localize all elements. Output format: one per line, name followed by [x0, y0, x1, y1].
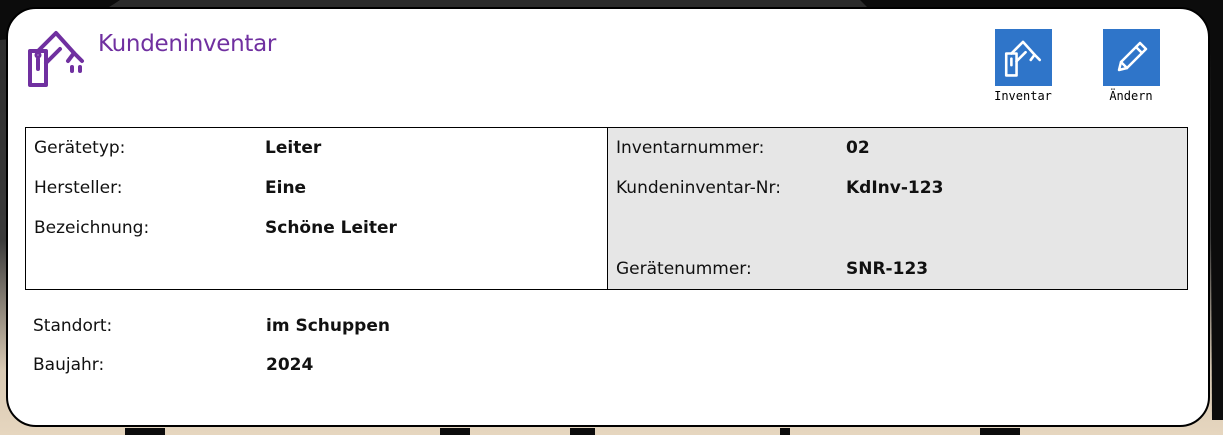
detail-label: Standort:	[33, 316, 113, 336]
device-details-left: Gerätetyp: Leiter Hersteller: Eine Bezei…	[26, 128, 608, 289]
detail-label: Inventarnummer:	[616, 138, 765, 158]
detail-value: Schöne Leiter	[265, 218, 397, 238]
robot-arm-icon	[26, 27, 86, 89]
inventar-button[interactable]: Inventar	[988, 29, 1058, 103]
detail-value: KdInv-123	[846, 178, 944, 198]
detail-value: SNR-123	[846, 259, 929, 279]
detail-label: Kundeninventar-Nr:	[616, 178, 781, 198]
detail-label: Bezeichnung:	[34, 218, 150, 238]
detail-row-inventarnummer: Inventarnummer: 02	[608, 138, 1187, 164]
inventar-button-box[interactable]	[994, 29, 1052, 86]
customer-inventory-card: Kundeninventar Inventar Ändern Gerätetyp…	[6, 7, 1210, 427]
detail-value: im Schuppen	[266, 316, 390, 336]
detail-row-geraetenummer: Gerätenummer: SNR-123	[608, 259, 1187, 285]
detail-value: 2024	[266, 355, 314, 375]
detail-row-baujahr: Baujahr: 2024	[25, 355, 625, 381]
detail-row-kundeninventar-nr: Kundeninventar-Nr: KdInv-123	[608, 178, 1187, 204]
detail-label: Gerätetyp:	[34, 138, 126, 158]
detail-value: Eine	[265, 178, 307, 198]
device-details-right: Inventarnummer: 02 Kundeninventar-Nr: Kd…	[608, 128, 1187, 289]
robot-arm-icon	[1004, 40, 1042, 77]
page-title: Kundeninventar	[98, 31, 277, 57]
location-details: Standort: im Schuppen Baujahr: 2024	[25, 304, 625, 394]
detail-row-bezeichnung: Bezeichnung: Schöne Leiter	[26, 218, 607, 244]
device-details-table: Gerätetyp: Leiter Hersteller: Eine Bezei…	[25, 127, 1188, 290]
detail-row-hersteller: Hersteller: Eine	[26, 178, 607, 204]
detail-label: Hersteller:	[34, 178, 123, 198]
detail-row-geraetetyp: Gerätetyp: Leiter	[26, 138, 607, 164]
inventar-button-label[interactable]: Inventar	[988, 89, 1058, 103]
pencil-icon	[1117, 41, 1148, 71]
detail-label: Gerätenummer:	[616, 259, 752, 279]
detail-value: 02	[846, 138, 870, 158]
aendern-button-box[interactable]	[1102, 29, 1160, 86]
detail-value: Leiter	[265, 138, 322, 158]
detail-row-standort: Standort: im Schuppen	[25, 316, 625, 342]
aendern-button-label[interactable]: Ändern	[1096, 89, 1166, 103]
aendern-button[interactable]: Ändern	[1096, 29, 1166, 103]
detail-label: Baujahr:	[33, 355, 105, 375]
